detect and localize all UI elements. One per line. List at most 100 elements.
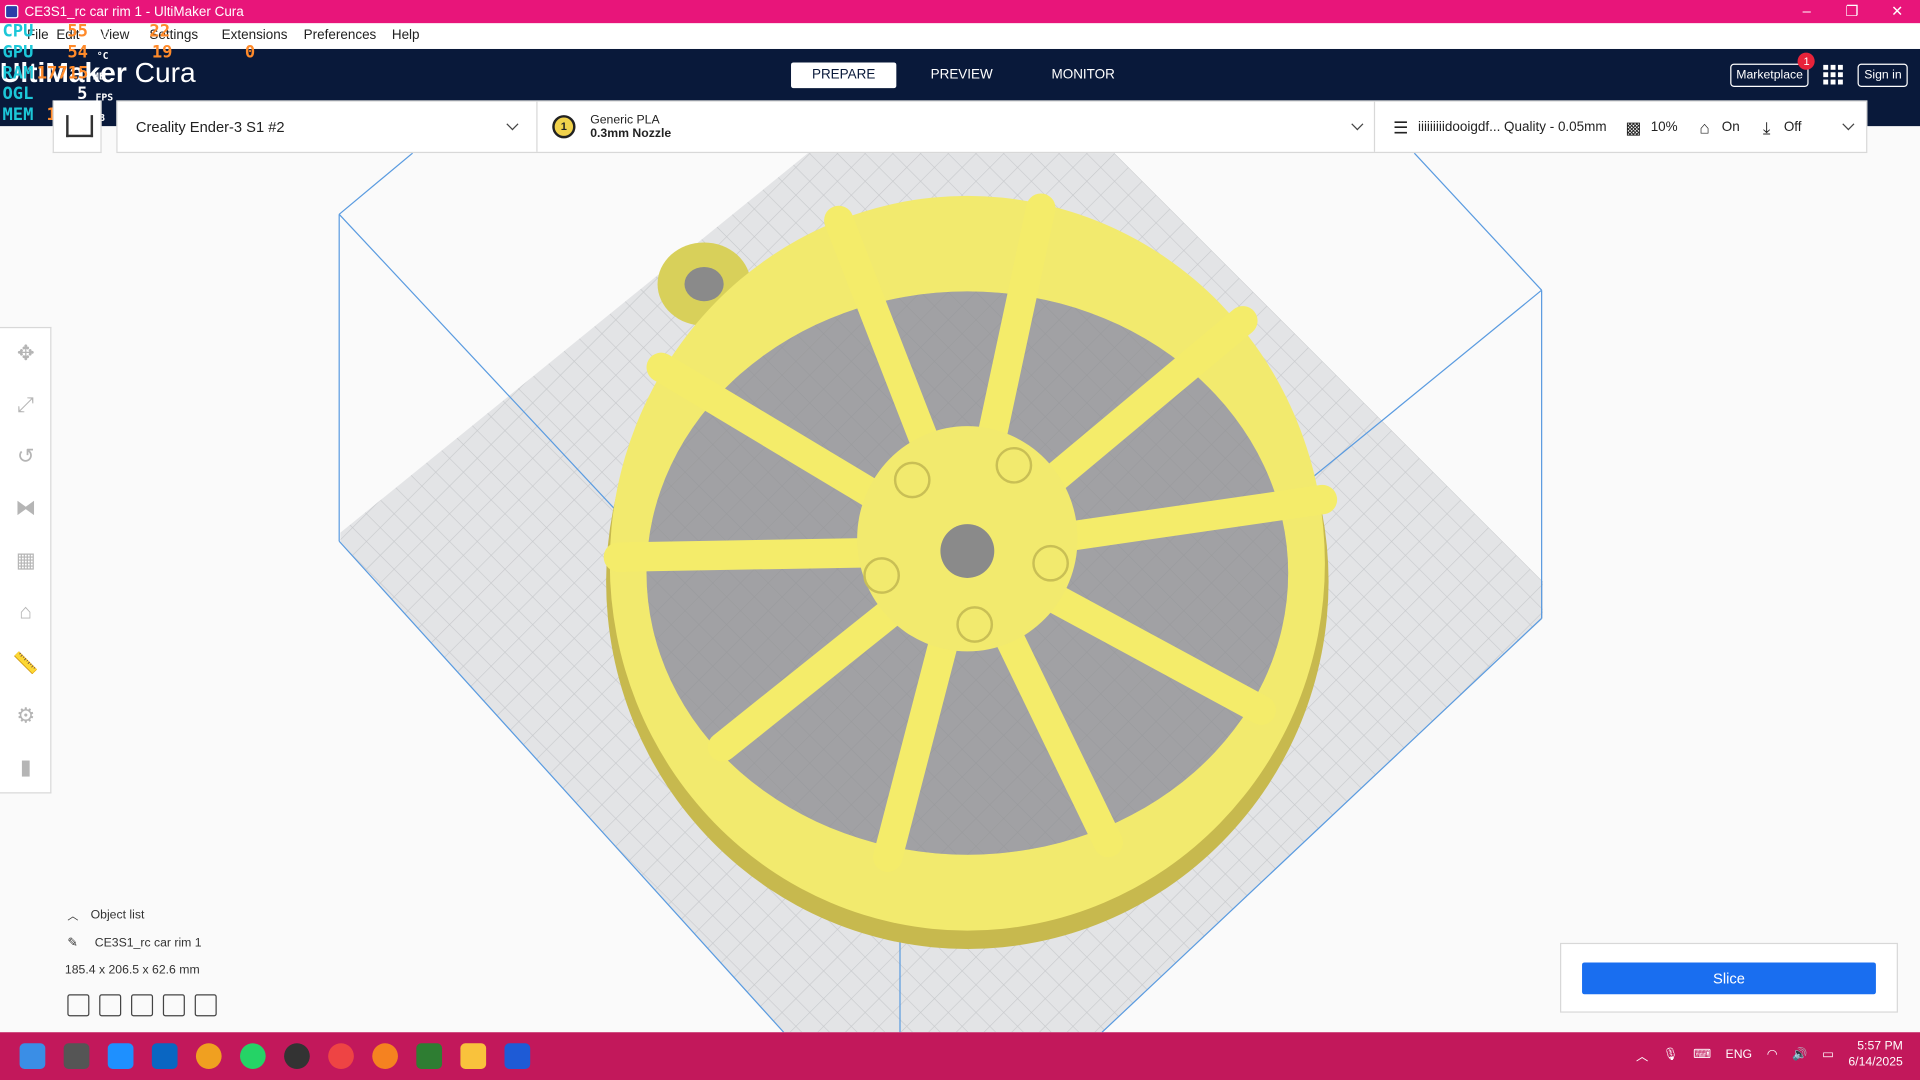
cylinder-tool-icon[interactable]: ▮ — [12, 754, 39, 781]
profile-setting: ☰ iiiiiiiiidooigdf... Quality - 0.05mm — [1391, 116, 1607, 137]
material-name: Generic PLA — [590, 113, 660, 127]
chrome-icon[interactable] — [195, 1043, 222, 1069]
overlay-value-gpu: 54 — [67, 42, 88, 63]
marketplace-button[interactable]: Marketplace 1 — [1730, 52, 1816, 87]
overlay-label-gpu: GPU — [2, 42, 34, 63]
linkedin-icon[interactable] — [151, 1043, 178, 1069]
object-list-header: Object list — [90, 908, 145, 923]
keyboard-icon[interactable]: ⌨ — [1693, 1048, 1711, 1061]
cura-taskbar-icon[interactable] — [504, 1043, 531, 1069]
clock-date: 6/14/2025 — [1848, 1055, 1903, 1069]
tray-chevron-up-icon[interactable]: ︿ — [1636, 1045, 1648, 1063]
infill-value: 10% — [1650, 119, 1678, 135]
menu-help[interactable]: Help — [392, 28, 420, 43]
rotate-tool-icon[interactable]: ↺ — [12, 443, 39, 470]
window-title: CE3S1_rc car rim 1 - UltiMaker Cura — [24, 4, 244, 19]
right-view-icon[interactable] — [194, 994, 217, 1017]
mirror-tool-icon[interactable]: ⧓ — [12, 495, 39, 522]
rc-car-rim-model[interactable] — [603, 193, 1338, 949]
object-list-toggle[interactable]: ︿ Object list — [67, 907, 144, 923]
outlook-icon[interactable] — [107, 1043, 134, 1069]
task-view-icon[interactable] — [63, 1043, 90, 1069]
overlay-label-cpu: CPU — [2, 22, 34, 42]
whatsapp-icon[interactable] — [240, 1043, 266, 1069]
tab-preview[interactable]: PREVIEW — [906, 62, 1017, 88]
microphone-icon[interactable]: 🎙 — [1663, 1048, 1679, 1061]
chevron-up-icon: ︿ — [67, 909, 79, 923]
move-tool-icon[interactable]: ✥ — [12, 340, 39, 367]
machine-settings-bar: Creality Ender-3 S1 #2 1 Generic PLA 0.3… — [116, 100, 1868, 154]
marketplace-badge: 1 — [1798, 52, 1816, 70]
printer-icon — [66, 115, 94, 138]
nozzle-size: 0.3mm Nozzle — [590, 126, 672, 141]
object-list-panel: ︿ Object list ✎ CE3S1_rc car rim 1 185.4… — [53, 900, 371, 1022]
printer-selector[interactable]: Creality Ender-3 S1 #2 — [136, 102, 534, 152]
object-name: CE3S1_rc car rim 1 — [94, 936, 202, 951]
chevron-down-icon — [1842, 118, 1855, 131]
file-explorer-icon[interactable] — [460, 1043, 487, 1069]
slice-button[interactable]: Slice — [1582, 962, 1876, 995]
volume-icon[interactable]: 🔊 — [1792, 1048, 1807, 1061]
windows-taskbar: ︿ 🎙 ⌨ ENG ◠ 🔊 ▭ 5:57 PM 6/14/2025 — [0, 1032, 1920, 1080]
close-button[interactable]: ✕ — [1875, 0, 1920, 23]
adhesion-icon: ⤓ — [1762, 116, 1771, 137]
scale-tool-icon[interactable]: ⤢ — [12, 392, 39, 419]
sign-in-button[interactable]: Sign in — [1858, 63, 1908, 87]
3d-view-icon[interactable] — [67, 994, 90, 1017]
chevron-down-icon — [1351, 118, 1364, 131]
paint-tool-icon[interactable]: ⚙ — [12, 703, 39, 730]
marketplace-label: Marketplace — [1736, 67, 1803, 82]
obs-icon[interactable] — [284, 1043, 310, 1069]
measure-tool-icon[interactable]: 📏 — [12, 650, 39, 677]
menu-extensions[interactable]: Extensions — [222, 28, 288, 43]
object-dimensions: 185.4 x 206.5 x 62.6 mm — [64, 963, 200, 978]
divider — [1373, 101, 1376, 152]
support-value: On — [1721, 119, 1740, 135]
overlay-value-cpu: 55 — [67, 22, 88, 42]
support-setting: ⌂ On — [1695, 117, 1740, 137]
adhesion-value: Off — [1783, 119, 1802, 135]
overlay-unit-ram: MB — [93, 71, 105, 83]
infill-setting: ▩ 10% — [1624, 117, 1678, 137]
slice-panel: Slice — [1560, 942, 1898, 1013]
printer-name: Creality Ender-3 S1 #2 — [135, 118, 285, 136]
windows-start-icon[interactable] — [19, 1043, 46, 1069]
apps-grid-icon[interactable] — [1821, 62, 1845, 86]
blender-icon[interactable] — [372, 1043, 398, 1069]
divider — [536, 101, 538, 152]
object-name-row[interactable]: ✎ CE3S1_rc car rim 1 — [67, 937, 201, 950]
print-settings-selector[interactable]: ☰ iiiiiiiiidooigdf... Quality - 0.05mm ▩… — [1391, 102, 1862, 152]
system-tray: ︿ 🎙 ⌨ ENG ◠ 🔊 ▭ 5:57 PM 6/14/2025 — [1636, 1038, 1903, 1070]
overlay-label-mem: MEM — [2, 105, 34, 125]
wifi-icon[interactable]: ◠ — [1767, 1048, 1778, 1061]
stage-tabs: PREPARE PREVIEW MONITOR — [791, 62, 1149, 89]
clock[interactable]: 5:57 PM 6/14/2025 — [1848, 1038, 1902, 1070]
battery-icon[interactable]: ▭ — [1822, 1048, 1834, 1061]
tab-monitor[interactable]: MONITOR — [1027, 62, 1139, 88]
window-controls: – ❐ ✕ — [1784, 0, 1920, 23]
clock-time: 5:57 PM — [1857, 1039, 1903, 1054]
camera-view-buttons — [67, 994, 217, 1017]
menu-preferences[interactable]: Preferences — [304, 28, 377, 43]
front-view-icon[interactable] — [99, 994, 122, 1017]
window-titlebar: CE3S1_rc car rim 1 - UltiMaker Cura – ❐ … — [0, 0, 1920, 24]
overlay-value-ram: 17715 — [36, 63, 89, 84]
tab-prepare[interactable]: PREPARE — [791, 62, 897, 89]
support-blocker-icon[interactable]: ⌂ — [12, 599, 39, 626]
top-view-icon[interactable] — [131, 994, 154, 1017]
restore-button[interactable]: ❐ — [1829, 0, 1874, 23]
material-selector[interactable]: 1 Generic PLA 0.3mm Nozzle — [552, 102, 1379, 152]
profile-name: iiiiiiiiidooigdf... Quality - 0.05mm — [1417, 119, 1607, 135]
left-toolbar: ✥ ⤢ ↺ ⧓ ▦ ⌂ 📏 ⚙ ▮ — [0, 326, 52, 794]
sliders-icon: ☰ — [1393, 116, 1409, 137]
printer-selector-icon-button[interactable] — [52, 100, 102, 154]
minimize-button[interactable]: – — [1784, 0, 1829, 23]
language-indicator[interactable]: ENG — [1726, 1048, 1753, 1061]
xbox-icon[interactable] — [416, 1043, 443, 1069]
overlay-extra: 0 — [244, 42, 256, 63]
chrome-profile-icon[interactable] — [328, 1043, 354, 1069]
left-view-icon[interactable] — [162, 994, 185, 1017]
per-model-settings-icon[interactable]: ▦ — [12, 547, 39, 574]
material-info: Generic PLA 0.3mm Nozzle — [590, 113, 671, 140]
overlay-value2-gpu: 19 — [151, 42, 173, 63]
